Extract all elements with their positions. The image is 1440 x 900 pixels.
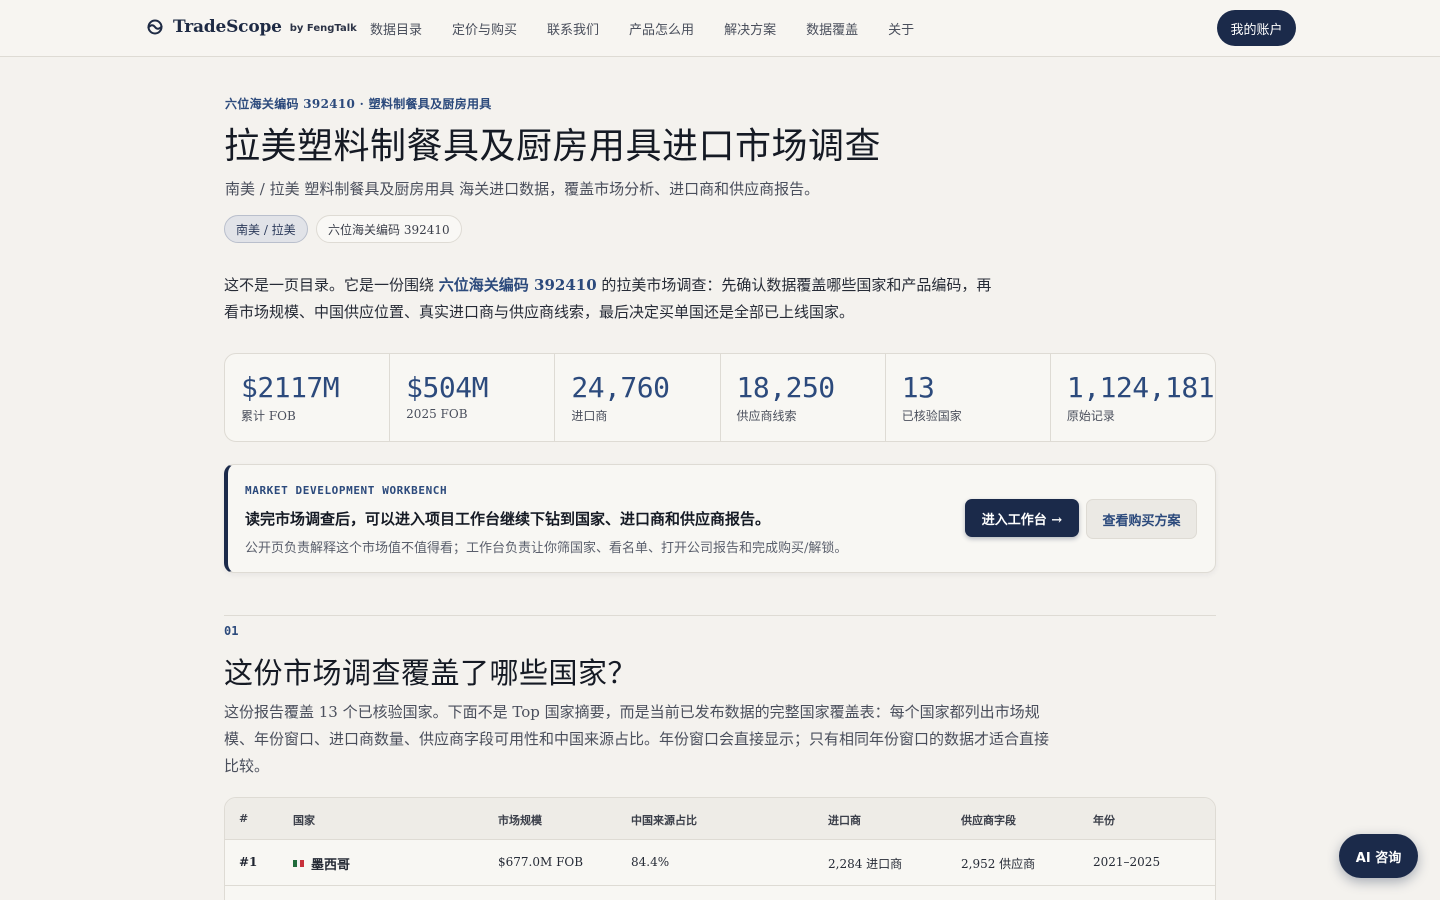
nav-link-catalog[interactable]: 数据目录: [370, 19, 422, 38]
ai-consult-button[interactable]: AI 咨询: [1339, 834, 1418, 878]
row-rank: #1: [239, 855, 258, 869]
nav-link-solutions[interactable]: 解决方案: [724, 19, 776, 38]
brand-byline: by FengTalk: [289, 23, 357, 34]
stat-value: $2117M: [241, 371, 340, 404]
workbench-tag: MARKET DEVELOPMENT WORKBENCH: [245, 484, 448, 497]
row-china-share: 84.4%: [631, 855, 670, 869]
mexico-flag-icon: [293, 860, 305, 867]
stat-raw-records: 1,124,181 原始记录: [1051, 354, 1215, 441]
stat-label: 累计 FOB: [241, 409, 296, 423]
page-subtitle: 南美 / 拉美 塑料制餐具及厨房用具 海关进口数据，覆盖市场分析、进口商和供应商…: [225, 180, 820, 198]
brand-name: TradeScope: [173, 17, 282, 37]
tradescope-logo-icon: [147, 19, 163, 35]
nav-link-about[interactable]: 关于: [888, 19, 914, 38]
workbench-description: 公开页负责解释这个市场值不值得看；工作台负责让你筛国家、看名单、打开公司报告和完…: [245, 541, 848, 556]
nav-link-how-to-use[interactable]: 产品怎么用: [629, 19, 694, 38]
intro-hs-code-link[interactable]: 六位海关编码 392410: [439, 276, 597, 294]
table-row[interactable]: #1 墨西哥 $677.0M FOB 84.4% 2,284 进口商 2,952…: [225, 840, 1215, 886]
hs-code-chip[interactable]: 六位海关编码 392410: [316, 215, 462, 243]
table-header: # 国家 市场规模 中国来源占比 进口商 供应商字段 年份: [225, 798, 1215, 840]
brand-logo[interactable]: TradeScope by FengTalk: [146, 17, 357, 37]
stat-value: 1,124,181: [1066, 371, 1215, 404]
row-market-size: $677.0M FOB: [498, 855, 584, 869]
header-suppliers[interactable]: 供应商字段: [961, 812, 1016, 828]
header-country[interactable]: 国家: [293, 812, 315, 828]
nav-link-contact[interactable]: 联系我们: [547, 19, 599, 38]
stat-value: 24,760: [571, 371, 670, 404]
section-divider: [224, 615, 1216, 616]
stat-label: 供应商线索: [736, 409, 797, 423]
header-market-size[interactable]: 市场规模: [498, 812, 542, 828]
stat-label: 2025 FOB: [406, 407, 468, 421]
stat-value: 13: [901, 371, 935, 404]
stat-importers: 24,760 进口商: [555, 354, 721, 441]
header-years[interactable]: 年份: [1093, 812, 1115, 828]
my-account-button[interactable]: 我的账户: [1217, 10, 1296, 46]
row-years: 2021–2025: [1093, 855, 1161, 869]
stat-label: 进口商: [571, 409, 608, 423]
row-importers: 2,284 进口商: [828, 857, 903, 871]
hs-code-eyebrow: 六位海关编码 392410 · 塑料制餐具及厨房用具: [225, 97, 492, 111]
top-nav: TradeScope by FengTalk 数据目录 定价与购买 联系我们 产…: [0, 0, 1440, 57]
nav-link-pricing[interactable]: 定价与购买: [452, 19, 517, 38]
section-description: 这份报告覆盖 13 个已核验国家。下面不是 Top 国家摘要，而是当前已发布数据…: [224, 703, 1050, 775]
section-number: 01: [224, 624, 239, 638]
stat-value: 18,250: [736, 371, 836, 404]
header-china-share[interactable]: 中国来源占比: [631, 812, 697, 828]
stat-label: 原始记录: [1066, 409, 1115, 423]
region-chip[interactable]: 南美 / 拉美: [224, 215, 308, 243]
nav-link-coverage[interactable]: 数据覆盖: [806, 19, 858, 38]
header-importers[interactable]: 进口商: [828, 812, 861, 828]
enter-workbench-button[interactable]: 进入工作台 →: [965, 499, 1079, 537]
view-plans-button[interactable]: 查看购买方案: [1086, 499, 1197, 539]
row-country[interactable]: 墨西哥: [293, 854, 350, 873]
country-name: 墨西哥: [311, 858, 351, 873]
stat-label: 已核验国家: [901, 409, 962, 423]
intro-paragraph: 这不是一页目录。它是一份围绕 六位海关编码 392410 的拉美市场调查：先确认…: [224, 272, 1004, 326]
stat-value: $504M: [406, 371, 488, 404]
stat-2025-fob: $504M 2025 FOB: [390, 354, 556, 441]
nav-links: 数据目录 定价与购买 联系我们 产品怎么用 解决方案 数据覆盖 关于: [370, 19, 944, 38]
row-suppliers: 2,952 供应商: [961, 857, 1036, 871]
stats-panel: $2117M 累计 FOB $504M 2025 FOB 24,760 进口商 …: [224, 353, 1216, 442]
header-rank: #: [239, 812, 249, 825]
stat-cumulative-fob: $2117M 累计 FOB: [225, 354, 391, 441]
stat-verified-countries: 13 已核验国家: [886, 354, 1051, 441]
workbench-heading: 读完市场调查后，可以进入项目工作台继续下钻到国家、进口商和供应商报告。: [245, 510, 771, 528]
section-title: 这份市场调查覆盖了哪些国家？: [224, 656, 638, 690]
country-coverage-table: # 国家 市场规模 中国来源占比 进口商 供应商字段 年份 #1 墨西哥 $67…: [224, 797, 1216, 900]
stat-supplier-leads: 18,250 供应商线索: [721, 354, 886, 441]
workbench-callout: MARKET DEVELOPMENT WORKBENCH 读完市场调查后，可以进…: [224, 464, 1216, 573]
intro-text-start: 这不是一页目录。它是一份围绕: [224, 276, 439, 294]
page-title: 拉美塑料制餐具及厨房用具进口市场调查: [224, 126, 882, 167]
